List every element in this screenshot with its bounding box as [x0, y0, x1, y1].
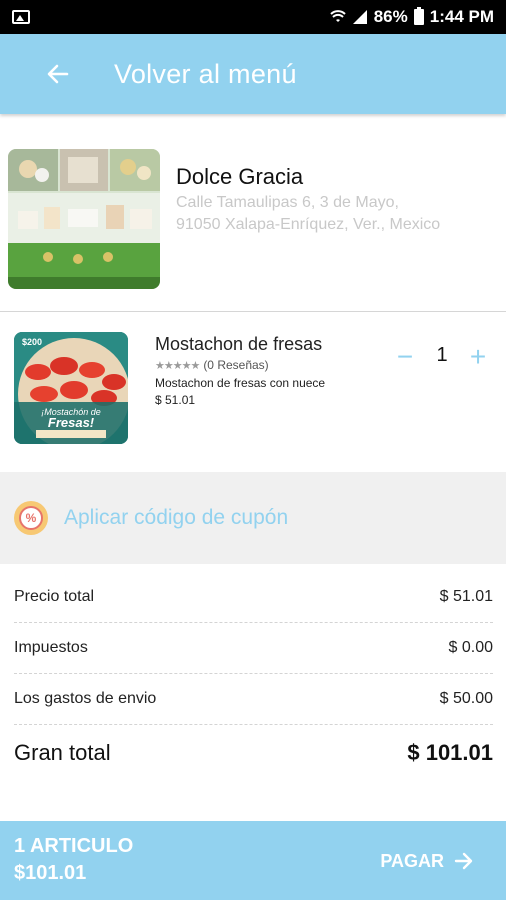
- product-image: $200 ¡Mostachón de Fresas!: [14, 332, 128, 444]
- rating-stars: ★★★★★: [155, 359, 200, 372]
- cart-item: $200 ¡Mostachón de Fresas! Mostachon de …: [0, 312, 506, 472]
- status-bar: 86% 1:44 PM: [0, 0, 506, 34]
- status-time: 1:44 PM: [429, 7, 494, 26]
- order-summary: Precio total $ 51.01 Impuestos $ 0.00 Lo…: [14, 572, 493, 781]
- summary-row-subtotal: Precio total $ 51.01: [14, 572, 493, 623]
- arrow-right-icon: [454, 852, 473, 870]
- arrow-left-icon: [47, 64, 69, 84]
- summary-value: $ 50.00: [439, 690, 493, 707]
- grand-total-value: $ 101.01: [407, 740, 493, 765]
- signal-icon: [352, 10, 367, 24]
- summary-value: $ 51.01: [439, 588, 493, 605]
- review-count: (0 Reseñas): [203, 358, 269, 372]
- battery-icon: [413, 7, 424, 25]
- summary-label: Precio total: [14, 588, 95, 605]
- store-address-line2: 91050 Xalapa-Enríquez, Ver., Mexico: [176, 216, 441, 233]
- checkout-total: $101.01: [14, 862, 87, 884]
- item-count: 1 ARTICULO: [14, 835, 134, 857]
- summary-row-taxes: Impuestos $ 0.00: [14, 623, 493, 674]
- quantity-increment-button[interactable]: +: [467, 342, 489, 372]
- checkout-bar: 1 ARTICULO $101.01 PAGAR: [0, 821, 506, 900]
- discount-icon-symbol: %: [19, 506, 43, 530]
- app-bar: Volver al menú: [0, 34, 506, 114]
- summary-row-grand-total: Gran total $ 101.01: [14, 725, 493, 781]
- pay-button[interactable]: PAGAR: [380, 846, 474, 876]
- discount-icon: %: [14, 501, 48, 535]
- summary-row-shipping: Los gastos de envio $ 50.00: [14, 674, 493, 725]
- summary-label: Los gastos de envio: [14, 690, 157, 707]
- apply-coupon-button[interactable]: % Aplicar código de cupón: [0, 472, 506, 564]
- store-name: Dolce Gracia: [176, 164, 304, 189]
- grand-total-label: Gran total: [14, 740, 111, 765]
- summary-value: $ 0.00: [448, 639, 493, 656]
- product-rating: ★★★★★ (0 Reseñas): [155, 358, 269, 372]
- product-description: Mostachon de fresas con nuece: [155, 376, 326, 390]
- wifi-icon: [330, 10, 346, 22]
- product-image-line2: Fresas!: [48, 415, 95, 430]
- store-header: Dolce Gracia Calle Tamaulipas 6, 3 de Ma…: [0, 114, 506, 312]
- quantity-decrement-button[interactable]: −: [394, 342, 416, 372]
- page-title: Volver al menú: [114, 58, 297, 89]
- image-icon: [12, 10, 30, 24]
- pay-button-label: PAGAR: [380, 850, 444, 871]
- product-image-price: $200: [22, 337, 42, 347]
- store-address-line1: Calle Tamaulipas 6, 3 de Mayo,: [176, 194, 399, 211]
- store-image: [8, 149, 160, 289]
- store-address: Calle Tamaulipas 6, 3 de Mayo, 91050 Xal…: [176, 192, 494, 236]
- back-button[interactable]: [28, 44, 88, 104]
- summary-label: Impuestos: [14, 639, 88, 656]
- battery-percent: 86%: [373, 7, 408, 26]
- apply-coupon-label: Aplicar código de cupón: [64, 506, 289, 529]
- product-price: $ 51.01: [155, 393, 196, 407]
- product-name: Mostachon de fresas: [155, 334, 323, 354]
- quantity-value: 1: [436, 344, 448, 366]
